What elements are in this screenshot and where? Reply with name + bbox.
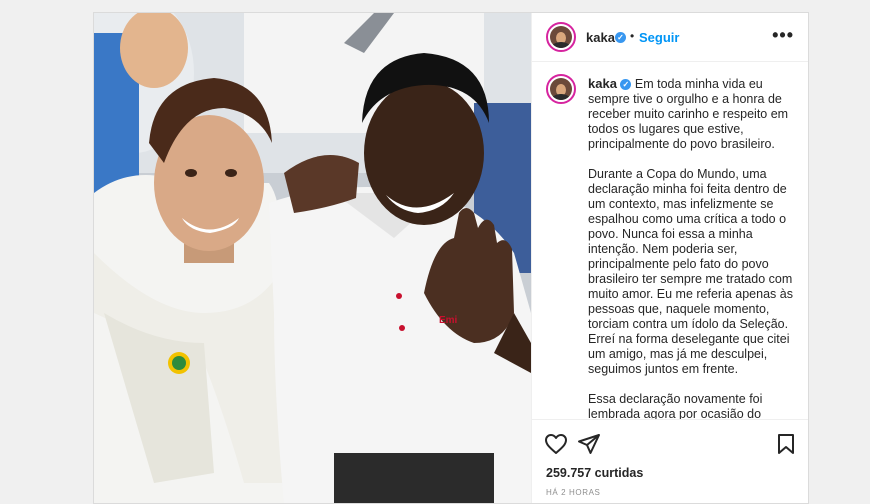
- post-header: kaka ✓ • Seguir •••: [532, 13, 808, 62]
- caption-paragraph-2: Durante a Copa do Mundo, uma declaração …: [588, 167, 793, 376]
- caption-paragraph-1: Em toda minha vida eu sempre tive o orgu…: [588, 77, 789, 151]
- paper-plane-icon[interactable]: [577, 432, 601, 456]
- separator-dot: •: [630, 29, 635, 43]
- photo-illustration: [94, 13, 531, 503]
- post-photo[interactable]: Emi: [94, 13, 531, 503]
- caption-avatar[interactable]: [546, 74, 576, 104]
- instagram-post: Emi kaka ✓ • Seguir ••• kaka ✓ Em toda m…: [93, 12, 809, 504]
- caption-verified-badge-icon: ✓: [620, 79, 632, 91]
- more-dots-icon[interactable]: •••: [772, 26, 794, 44]
- post-timestamp[interactable]: HÁ 2 HORAS: [546, 488, 600, 497]
- post-sidebar: kaka ✓ • Seguir ••• kaka ✓ Em toda minha…: [531, 13, 808, 503]
- bookmark-icon[interactable]: [774, 432, 798, 456]
- caption-text: kaka ✓ Em toda minha vida eu sempre tive…: [588, 76, 798, 419]
- heart-icon[interactable]: [544, 432, 568, 456]
- caption-username[interactable]: kaka: [588, 76, 617, 91]
- photo-shirt-text: Emi: [439, 315, 458, 326]
- caption-area: kaka ✓ Em toda minha vida eu sempre tive…: [532, 62, 808, 419]
- verified-badge-icon: ✓: [615, 32, 626, 43]
- likes-count[interactable]: 259.757 curtidas: [546, 466, 643, 480]
- username[interactable]: kaka: [586, 30, 615, 45]
- caption-paragraph-3: Essa declaração novamente foi lembrada a…: [588, 392, 763, 419]
- follow-button[interactable]: Seguir: [639, 30, 679, 45]
- actions-bar: 259.757 curtidas HÁ 2 HORAS: [532, 419, 808, 503]
- avatar[interactable]: [546, 22, 576, 52]
